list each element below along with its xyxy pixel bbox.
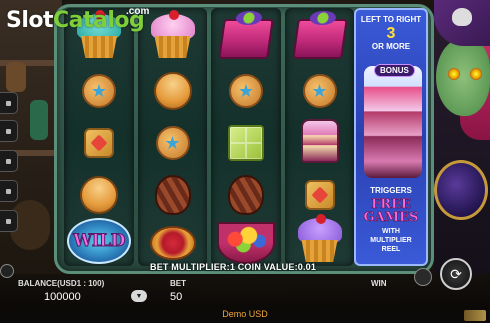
info-reel: REEL bbox=[381, 246, 401, 253]
info-multiplier: MULTIPLIER bbox=[370, 237, 412, 244]
symbol-star-cookie: ★ bbox=[138, 116, 208, 170]
game-stage: SlotCatalog .com ★ WILD ★ ★ ★ LEFT TO RI… bbox=[0, 0, 490, 323]
symbol-star-cookie: ★ bbox=[285, 64, 355, 118]
witch-eye bbox=[470, 68, 482, 80]
balance-value: 100000 bbox=[44, 291, 81, 303]
star-icon: ★ bbox=[164, 133, 181, 153]
demo-currency-text: Demo USD bbox=[222, 309, 268, 319]
star-icon: ★ bbox=[311, 81, 328, 101]
witch-eye bbox=[448, 68, 460, 80]
coin-icon bbox=[0, 264, 14, 278]
autoplay-button[interactable] bbox=[414, 268, 432, 286]
symbol-treat-box bbox=[285, 12, 355, 66]
star-icon: ★ bbox=[237, 81, 255, 101]
provider-logo bbox=[464, 310, 486, 321]
bet-value[interactable]: 50 bbox=[170, 291, 182, 303]
side-settings-button[interactable] bbox=[0, 150, 18, 172]
symbol-star-cookie: ★ bbox=[64, 64, 134, 118]
side-info-button[interactable] bbox=[0, 120, 18, 142]
witch-face bbox=[436, 38, 490, 116]
info-or-more: OR MORE bbox=[371, 42, 411, 51]
witch-hat bbox=[434, 0, 490, 46]
side-sound-button[interactable] bbox=[0, 180, 18, 202]
skull-icon bbox=[452, 8, 472, 26]
symbol-cupcake bbox=[138, 10, 208, 64]
wild-label: WILD bbox=[73, 231, 126, 252]
balance-label: BALANCE(USD1 : 100) bbox=[18, 279, 105, 288]
info-count: 3 bbox=[386, 25, 396, 42]
right-scenery bbox=[434, 0, 490, 278]
logo-slot-text: Slot bbox=[6, 8, 54, 33]
symbol-jelly-square bbox=[211, 116, 281, 170]
reel-1: ★ WILD bbox=[64, 8, 134, 266]
spin-button[interactable]: ⟳ bbox=[440, 258, 472, 290]
info-with-multiplier: WITH MULTIPLIER REEL bbox=[356, 227, 426, 254]
spin-icon: ⟳ bbox=[450, 265, 462, 282]
symbol-star-cookie: ★ bbox=[211, 64, 281, 118]
symbol-chocolate bbox=[211, 168, 281, 222]
slotcatalog-logo: SlotCatalog .com bbox=[6, 6, 149, 38]
info-with: WITH bbox=[382, 228, 400, 235]
info-free-games: FREE GAMES bbox=[356, 198, 426, 225]
reel-2: ★ bbox=[137, 8, 208, 266]
bet-label: BET bbox=[170, 279, 186, 288]
bonus-info-panel: LEFT TO RIGHT 3 OR MORE BONUS TRIGGERS F… bbox=[354, 8, 428, 266]
side-history-button[interactable] bbox=[0, 210, 18, 232]
jar bbox=[30, 100, 48, 140]
side-menu-button[interactable] bbox=[0, 92, 18, 114]
star-icon: ★ bbox=[90, 81, 108, 101]
symbol-chocolate bbox=[138, 168, 208, 222]
bonus-cake-symbol bbox=[364, 66, 422, 178]
symbol-cake-slice bbox=[285, 114, 355, 168]
symbol-cupcake bbox=[285, 214, 355, 268]
jar bbox=[6, 62, 26, 92]
bet-multiplier-text: BET MULTIPLIER:1 COIN VALUE:0.01 bbox=[150, 262, 317, 272]
reels-area: ★ WILD ★ ★ ★ bbox=[64, 8, 354, 266]
symbol-wild: WILD bbox=[64, 214, 134, 268]
bonus-label: BONUS bbox=[374, 64, 415, 77]
info-triggers: TRIGGERS bbox=[370, 186, 412, 195]
logo-dotcom-text: .com bbox=[126, 6, 150, 17]
bet-decrease-button[interactable]: ▼ bbox=[131, 290, 147, 302]
symbol-swirl-cookie bbox=[138, 64, 208, 118]
info-games: GAMES bbox=[363, 210, 419, 225]
info-left-to-right: LEFT TO RIGHT bbox=[360, 15, 422, 24]
chevron-down-icon: ▼ bbox=[135, 292, 143, 300]
reel-4: ★ bbox=[284, 8, 355, 268]
win-label: WIN bbox=[371, 279, 387, 288]
symbol-treat-box bbox=[211, 12, 281, 66]
reel-3: ★ bbox=[211, 8, 281, 266]
crystal-orb bbox=[434, 160, 488, 220]
symbol-square-cookie bbox=[64, 116, 134, 170]
